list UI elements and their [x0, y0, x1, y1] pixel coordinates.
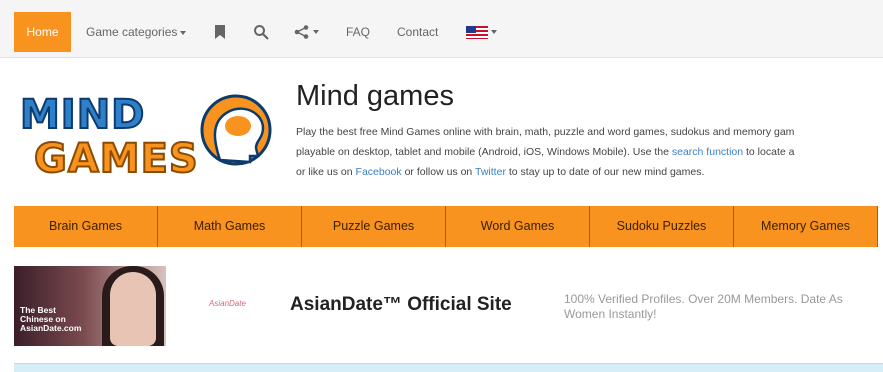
ad-text-line: Women Instantly! [564, 307, 657, 321]
chevron-down-icon [180, 30, 187, 35]
category-word-games[interactable]: Word Games [446, 206, 590, 247]
ad-image[interactable]: The Best Chinese on AsianDate.com [14, 266, 166, 346]
bookmark-icon[interactable] [214, 12, 226, 52]
top-navbar: Home Game categories FAQ Contact [0, 0, 883, 58]
ad-image-caption: The Best Chinese on AsianDate.com [20, 306, 81, 333]
description-text: playable on desktop, tablet and mobile (… [296, 146, 672, 158]
category-puzzle-games[interactable]: Puzzle Games [302, 206, 446, 247]
nav-faq-link[interactable]: FAQ [346, 12, 370, 52]
nav-categories-dropdown[interactable]: Game categories [86, 12, 187, 52]
share-icon[interactable] [294, 12, 319, 52]
category-memory-games[interactable]: Memory Games [734, 206, 878, 247]
ad-text: 100% Verified Profiles. Over 20M Members… [564, 292, 883, 322]
category-bar: Brain Games Math Games Puzzle Games Word… [14, 206, 883, 247]
mind-games-logo[interactable]: MIND GAMES [14, 82, 272, 182]
category-math-games[interactable]: Math Games [158, 206, 302, 247]
description-text: or follow us on [401, 166, 476, 178]
page-title: Mind games [296, 80, 454, 112]
advertisement-banner[interactable]: The Best Chinese on AsianDate.com AsianD… [14, 266, 883, 346]
logo-word-mind: MIND [20, 92, 145, 138]
twitter-link[interactable]: Twitter [475, 166, 506, 178]
site-description: Play the best free Mind Games online wit… [296, 122, 883, 182]
ad-caption-line: AsianDate.com [20, 323, 82, 333]
description-line: playable on desktop, tablet and mobile (… [296, 142, 883, 162]
description-text: to stay up to date of our new mind games… [505, 166, 705, 178]
facebook-link[interactable]: Facebook [356, 166, 402, 178]
logo-word-games: GAMES [34, 136, 199, 182]
ad-photo-face [110, 272, 156, 346]
language-selector[interactable] [466, 12, 497, 52]
category-sudoku-puzzles[interactable]: Sudoku Puzzles [590, 206, 734, 247]
description-text: or like us on [296, 166, 356, 178]
description-text: to locate a [743, 146, 795, 158]
search-function-link[interactable]: search function [672, 146, 743, 158]
chevron-down-icon [313, 30, 319, 34]
nav-contact-link[interactable]: Contact [397, 12, 438, 52]
ad-text-line: 100% Verified Profiles. Over 20M Members… [564, 292, 843, 306]
ad-title[interactable]: AsianDate™ Official Site [290, 294, 512, 316]
category-brain-games[interactable]: Brain Games [14, 206, 158, 247]
ad-small-logo: AsianDate [209, 299, 246, 308]
chevron-down-icon [491, 30, 497, 34]
description-line: Play the best free Mind Games online wit… [296, 126, 795, 138]
brain-head-icon [200, 94, 272, 166]
description-line: or like us on Facebook or follow us on T… [296, 162, 883, 182]
nav-categories-label: Game categories [86, 25, 178, 39]
search-icon[interactable] [253, 12, 269, 52]
us-flag-icon [466, 25, 488, 39]
nav-home-link[interactable]: Home [14, 12, 71, 52]
